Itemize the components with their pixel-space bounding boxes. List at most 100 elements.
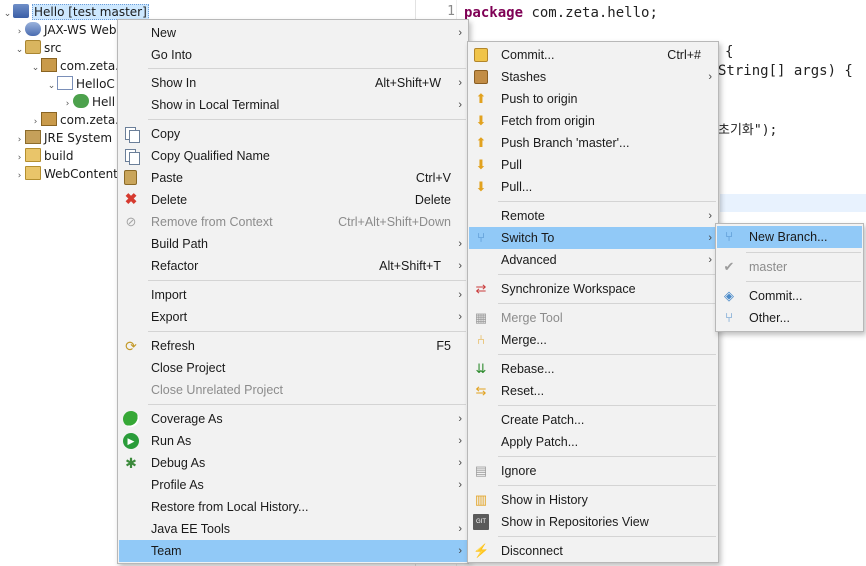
team-item-create-patch[interactable]: Create Patch... (469, 409, 717, 431)
team-item-show-in-repositories-view[interactable]: GIT Show in Repositories View (469, 511, 717, 533)
menu-item-label: Other... (749, 311, 790, 325)
tree-item-label: JAX-WS Web (44, 23, 117, 37)
team-item-merge-tool: ▦ Merge Tool (469, 307, 717, 329)
chevron-right-icon[interactable]: › (14, 167, 25, 185)
team-item-stashes[interactable]: Stashes › (469, 66, 717, 88)
menu-item-java-ee-tools[interactable]: Java EE Tools › (119, 518, 467, 540)
stash-icon (473, 69, 489, 85)
menu-separator (498, 485, 716, 486)
tree-item-class[interactable]: › Hell (62, 93, 115, 111)
team-item-ignore[interactable]: ▤ Ignore (469, 460, 717, 482)
menu-item-team[interactable]: Team › (119, 540, 467, 562)
menu-item-import[interactable]: Import › (119, 284, 467, 306)
menu-item-copy-qualified-name[interactable]: Copy Qualified Name (119, 145, 467, 167)
menu-item-restore-from-local-history[interactable]: Restore from Local History... (119, 496, 467, 518)
team-item-pull[interactable]: ⬇ Pull (469, 154, 717, 176)
tree-item-label: JRE System L (44, 131, 123, 145)
chevron-down-icon[interactable]: ⌄ (2, 5, 13, 23)
team-item-advanced[interactable]: Advanced › (469, 249, 717, 271)
menu-item-label: Close Unrelated Project (151, 383, 284, 397)
submenu-arrow-icon: › (708, 71, 712, 83)
menu-item-profile-as[interactable]: Profile As › (119, 474, 467, 496)
switch-item-commit[interactable]: ◈ Commit... (717, 285, 862, 307)
menu-item-delete[interactable]: ✖ Delete Delete (119, 189, 467, 211)
pull-dialog-icon: ⬇ (475, 179, 487, 194)
menu-item-shortcut: F5 (436, 339, 451, 353)
team-item-reset[interactable]: ⇆ Reset... (469, 380, 717, 402)
source-folder-icon (25, 40, 41, 54)
team-item-disconnect[interactable]: ⚡ Disconnect (469, 540, 717, 562)
menu-item-label: Paste (151, 171, 183, 185)
tree-item-jaxws[interactable]: › JAX-WS Web (14, 21, 116, 39)
team-item-remote[interactable]: Remote › (469, 205, 717, 227)
chevron-down-icon[interactable]: ⌄ (46, 77, 57, 95)
menu-item-label: Push Branch 'master'... (501, 136, 630, 150)
menu-icon-slot (473, 208, 489, 224)
menu-item-export[interactable]: Export › (119, 306, 467, 328)
menu-item-close-project[interactable]: Close Project (119, 357, 467, 379)
menu-item-copy[interactable]: Copy (119, 123, 467, 145)
tree-item-label: src (44, 41, 62, 55)
project-icon (13, 4, 29, 18)
submenu-arrow-icon: › (458, 545, 462, 557)
menu-item-label: Pull... (501, 180, 533, 194)
tree-item-webcontent[interactable]: › WebContent (14, 165, 118, 183)
menu-item-build-path[interactable]: Build Path › (119, 233, 467, 255)
menu-icon-slot (123, 521, 139, 537)
menu-icon-slot (123, 499, 139, 515)
package-icon (41, 112, 57, 126)
menu-item-show-in-local-terminal[interactable]: Show in Local Terminal › (119, 94, 467, 116)
menu-item-run-as[interactable]: ▶ Run As › (119, 430, 467, 452)
checked-branch-icon: ✔ (723, 259, 735, 274)
tree-item-build[interactable]: › build (14, 147, 74, 165)
menu-item-label: master (749, 260, 788, 274)
team-item-fetch-from-origin[interactable]: ⬇ Fetch from origin (469, 110, 717, 132)
other-icon: ⑂ (725, 310, 733, 325)
chevron-down-icon[interactable]: ⌄ (30, 59, 41, 77)
submenu-arrow-icon: › (458, 435, 462, 447)
menu-item-label: Refactor (151, 259, 199, 273)
team-item-show-in-history[interactable]: ▥ Show in History (469, 489, 717, 511)
submenu-arrow-icon: › (458, 523, 462, 535)
team-item-rebase[interactable]: ⇊ Rebase... (469, 358, 717, 380)
team-item-push-branch-master[interactable]: ⬆ Push Branch 'master'... (469, 132, 717, 154)
team-item-merge[interactable]: ⑃ Merge... (469, 329, 717, 351)
menu-item-paste[interactable]: Paste Ctrl+V (119, 167, 467, 189)
menu-item-label: Pull (501, 158, 522, 172)
menu-item-label: Create Patch... (501, 413, 585, 427)
menu-item-new[interactable]: New › (119, 22, 467, 44)
menu-item-label: Fetch from origin (501, 114, 595, 128)
team-item-apply-patch[interactable]: Apply Patch... (469, 431, 717, 453)
menu-item-refactor[interactable]: Refactor Alt+Shift+T › (119, 255, 467, 277)
pull-icon: ⬇ (475, 157, 487, 172)
tree-item-src[interactable]: ⌄ src (14, 39, 62, 57)
submenu-arrow-icon: › (708, 210, 712, 222)
menu-item-label: Show in Local Terminal (151, 98, 280, 112)
team-item-commit[interactable]: Commit... Ctrl+# (469, 44, 717, 66)
menu-item-refresh[interactable]: ⟳ Refresh F5 (119, 335, 467, 357)
submenu-arrow-icon: › (458, 27, 462, 39)
tree-item-package-2[interactable]: › com.zeta. (30, 111, 119, 129)
menu-separator (148, 331, 466, 332)
chevron-down-icon[interactable]: ⌄ (14, 41, 25, 59)
menu-item-debug-as[interactable]: ✱ Debug As › (119, 452, 467, 474)
repositories-icon: GIT (473, 514, 489, 530)
switch-item-other[interactable]: ⑂ Other... (717, 307, 862, 329)
menu-item-show-in[interactable]: Show In Alt+Shift+W › (119, 72, 467, 94)
tree-item-label: com.zeta. (60, 59, 119, 73)
switch-item-new-branch[interactable]: ⑂ New Branch... (717, 226, 862, 248)
menu-item-coverage-as[interactable]: Coverage As › (119, 408, 467, 430)
copy-qualified-icon (123, 148, 140, 165)
tree-item-package[interactable]: ⌄ com.zeta. (30, 57, 119, 75)
menu-item-label: Synchronize Workspace (501, 282, 636, 296)
tree-item-jre[interactable]: › JRE System L (14, 129, 123, 147)
team-item-pull[interactable]: ⬇ Pull... (469, 176, 717, 198)
menu-icon-slot (123, 477, 139, 493)
team-item-switch-to[interactable]: ⑂ Switch To › (469, 227, 717, 249)
team-item-synchronize-workspace[interactable]: ⇄ Synchronize Workspace (469, 278, 717, 300)
tree-item-java-file[interactable]: ⌄ HelloC (46, 75, 115, 93)
menu-item-go-into[interactable]: Go Into (119, 44, 467, 66)
team-item-push-to-origin[interactable]: ⬆ Push to origin (469, 88, 717, 110)
submenu-arrow-icon: › (458, 457, 462, 469)
ignore-icon: ▤ (474, 463, 488, 478)
